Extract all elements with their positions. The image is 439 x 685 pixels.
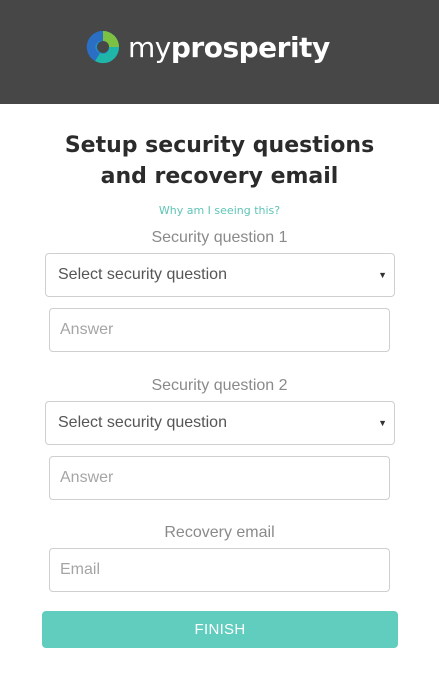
myprosperity-logo-icon (86, 30, 120, 64)
finish-button[interactable]: FINISH (42, 611, 398, 648)
security-answer-1-placeholder: Answer (60, 321, 114, 338)
logo-text-regular: my (128, 31, 171, 64)
page-title-line1: Setup security questions (64, 133, 375, 158)
security-question-1-label: Security question 1 (151, 229, 288, 246)
security-question-2-label: Security question 2 (151, 377, 288, 394)
page-title-line2: and recovery email (100, 164, 339, 189)
dropdown-caret-icon: ▼ (378, 270, 387, 280)
security-answer-2-placeholder: Answer (60, 469, 114, 486)
page-title: Setup security questions and recovery em… (0, 130, 439, 192)
dropdown-caret-icon: ▼ (378, 418, 387, 428)
security-question-2-value: Select security question (58, 414, 227, 431)
security-question-2-select[interactable]: Select security question ▼ (45, 401, 395, 445)
security-question-1-value: Select security question (58, 266, 227, 283)
security-question-1-select[interactable]: Select security question ▼ (45, 253, 395, 297)
recovery-email-placeholder: Email (60, 561, 101, 578)
app-header: myprosperity (0, 0, 439, 104)
security-answer-2-input[interactable]: Answer (49, 456, 390, 500)
logo-text-bold: prosperity (170, 31, 330, 64)
recovery-email-input[interactable]: Email (49, 548, 390, 592)
why-am-i-seeing-this-link[interactable]: Why am I seeing this? (0, 204, 439, 217)
security-answer-1-input[interactable]: Answer (49, 308, 390, 352)
recovery-email-label: Recovery email (164, 524, 275, 541)
logo-wordmark: myprosperity (128, 28, 330, 68)
